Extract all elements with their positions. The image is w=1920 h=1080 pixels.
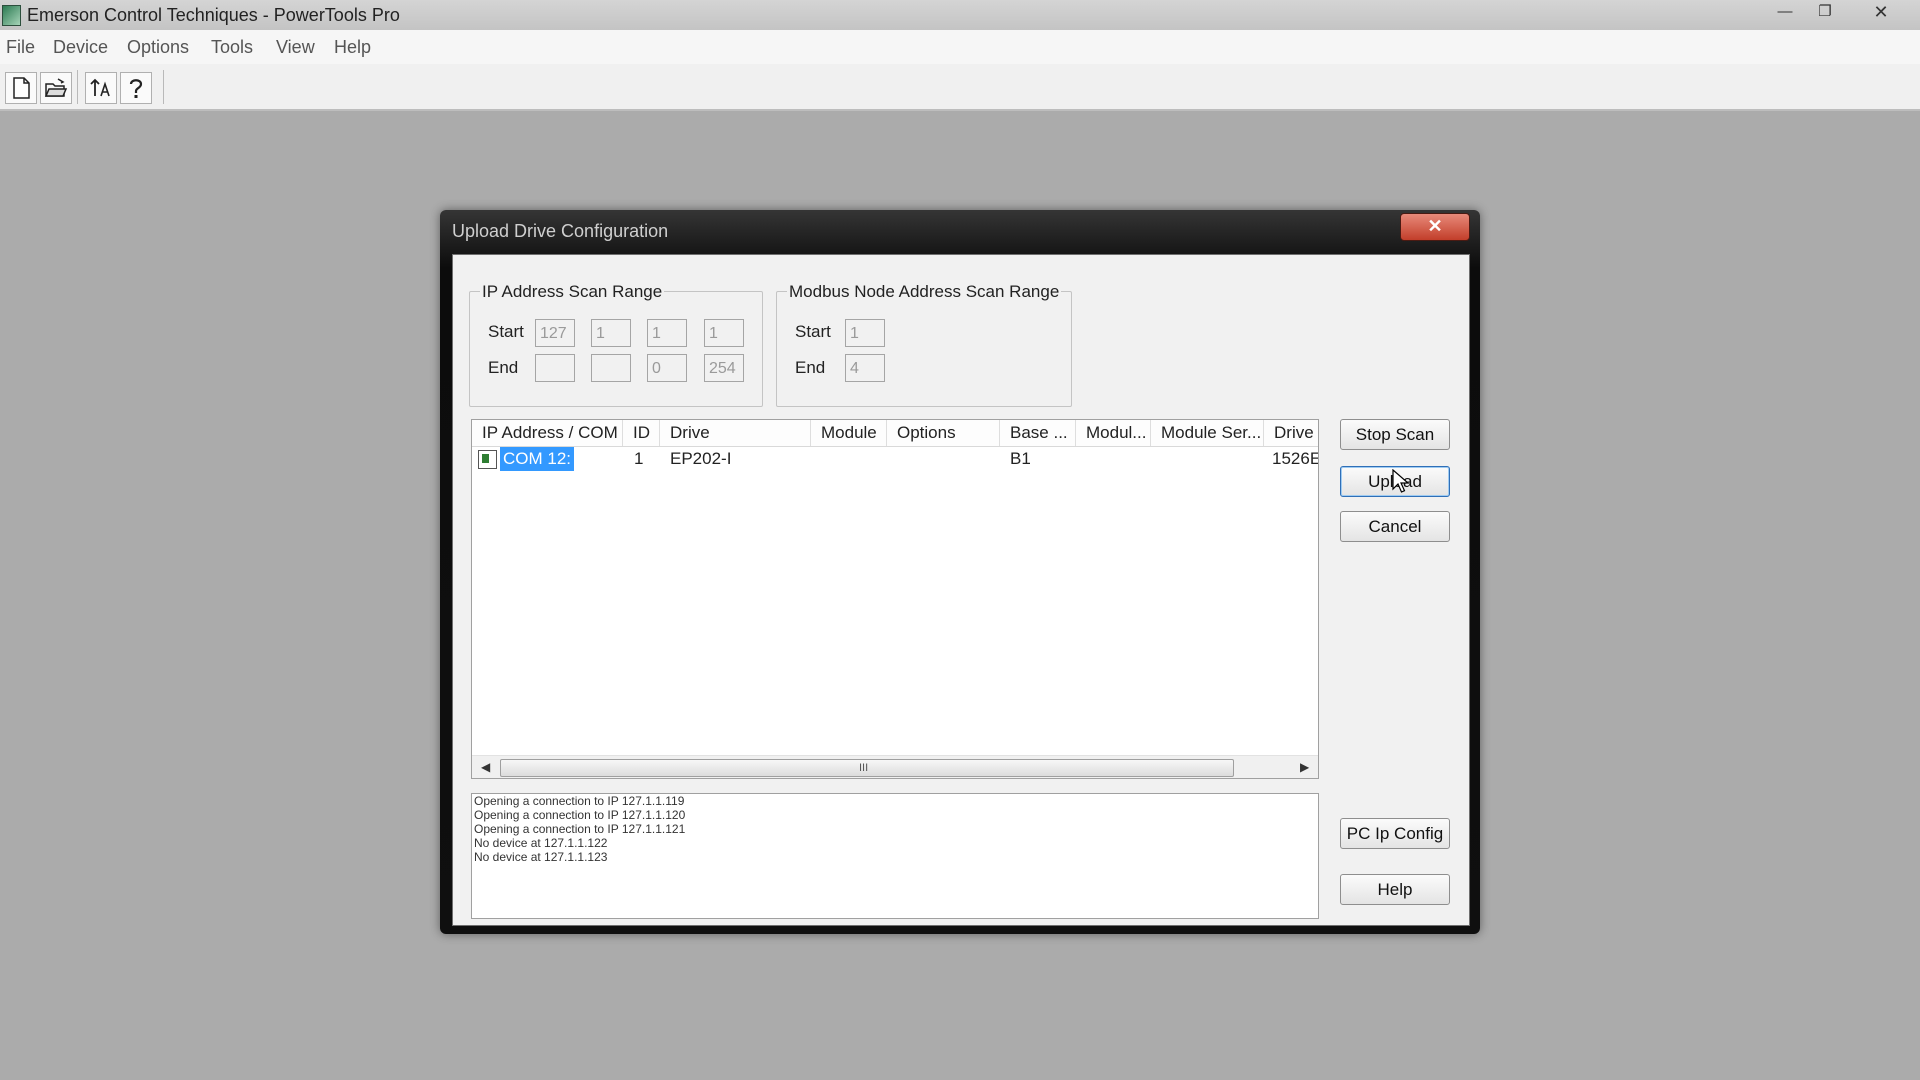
cancel-button[interactable]: Cancel	[1340, 511, 1450, 542]
column-id[interactable]: ID	[623, 420, 660, 446]
column-module-serial[interactable]: Module Ser...	[1151, 420, 1264, 446]
main-title-bar: Emerson Control Techniques - PowerTools …	[0, 0, 1920, 30]
column-options[interactable]: Options	[887, 420, 1000, 446]
ip-start-octet-2[interactable]: 1	[591, 319, 631, 347]
scrollbar-thumb[interactable]: III	[500, 759, 1234, 777]
dialog-close-button[interactable]: ✕	[1400, 213, 1470, 241]
log-line: Opening a connection to IP 127.1.1.120	[474, 808, 686, 822]
column-ip-address-com[interactable]: IP Address / COM	[472, 420, 623, 446]
ip-scan-range-title: IP Address Scan Range	[480, 282, 665, 302]
new-file-icon	[13, 77, 30, 99]
scrollbar-grip: III	[859, 762, 869, 774]
horizontal-scrollbar[interactable]: ◀ III ▶	[472, 755, 1318, 778]
ip-end-octet-2[interactable]	[591, 354, 631, 382]
ip-end-octet-1[interactable]	[535, 354, 575, 382]
help-toolbar-button[interactable]	[120, 72, 152, 104]
help-icon	[129, 79, 143, 98]
menu-help[interactable]: Help	[334, 37, 371, 58]
ip-end-octet-4[interactable]: 254	[704, 354, 744, 382]
row-base: B1	[1010, 449, 1031, 468]
app-title: Emerson Control Techniques - PowerTools …	[27, 5, 400, 25]
dialog-title: Upload Drive Configuration	[452, 221, 669, 241]
menu-file[interactable]: File	[6, 37, 35, 58]
log-line: Opening a connection to IP 127.1.1.121	[474, 822, 686, 836]
close-window-button[interactable]: ✕	[1862, 0, 1900, 24]
minimize-button[interactable]: —	[1766, 0, 1804, 24]
ip-start-octet-3[interactable]: 1	[647, 319, 687, 347]
log-line: No device at 127.1.1.122	[474, 836, 608, 850]
modbus-end-field[interactable]: 4	[845, 354, 885, 382]
modbus-end-label: End	[795, 358, 826, 377]
log-line: No device at 127.1.1.123	[474, 850, 608, 864]
modbus-scan-range-title: Modbus Node Address Scan Range	[787, 282, 1062, 302]
column-drive[interactable]: Drive	[660, 420, 811, 446]
column-drive-serial[interactable]: Drive	[1264, 420, 1318, 446]
modbus-start-field[interactable]: 1	[845, 319, 885, 347]
modbus-scan-range-group: Modbus Node Address Scan Range Start End…	[776, 282, 1072, 407]
upload-drive-configuration-dialog: Upload Drive Configuration ✕ IP Address …	[440, 210, 1480, 934]
scroll-right-arrow-icon[interactable]: ▶	[1300, 760, 1309, 774]
menu-device[interactable]: Device	[53, 37, 108, 58]
column-base[interactable]: Base ...	[1000, 420, 1076, 446]
device-list[interactable]: IP Address / COM ID Drive Module Options…	[471, 419, 1319, 779]
toolbar	[0, 64, 1920, 111]
ip-start-label: Start	[488, 322, 524, 341]
ip-start-octet-4[interactable]: 1	[704, 319, 744, 347]
upload-toolbar-button[interactable]	[85, 72, 117, 104]
scan-log[interactable]: Opening a connection to IP 127.1.1.119 O…	[471, 793, 1319, 919]
open-folder-icon	[44, 78, 68, 97]
row-id: 1	[634, 449, 644, 468]
scroll-left-arrow-icon[interactable]: ◀	[481, 760, 490, 774]
row-drive-serial: 1526E	[1272, 449, 1318, 468]
menu-bar: File Device Options Tools View Help	[0, 30, 1920, 65]
pc-ip-config-button[interactable]: PC Ip Config	[1340, 818, 1450, 849]
log-line: Opening a connection to IP 127.1.1.119	[474, 794, 685, 808]
column-modul[interactable]: Modul...	[1076, 420, 1151, 446]
upload-icon	[90, 78, 110, 97]
table-row[interactable]: COM 12: 1 EP202-I B1 1526E	[472, 447, 1318, 471]
drive-device-icon	[478, 450, 497, 469]
menu-view[interactable]: View	[276, 37, 315, 58]
app-logo-icon	[2, 5, 21, 26]
mouse-pointer-icon	[1392, 469, 1410, 493]
row-address[interactable]: COM 12:	[500, 447, 575, 471]
menu-tools[interactable]: Tools	[211, 37, 253, 58]
open-file-button[interactable]	[40, 72, 72, 104]
toolbar-separator	[163, 70, 164, 104]
maximize-button[interactable]: ❐	[1806, 0, 1844, 24]
new-file-button[interactable]	[5, 72, 37, 104]
help-button[interactable]: Help	[1340, 874, 1450, 905]
modbus-start-label: Start	[795, 322, 831, 341]
ip-end-label: End	[488, 358, 519, 377]
ip-start-octet-1[interactable]: 127	[535, 319, 575, 347]
dialog-client-area: IP Address Scan Range Start End 127 1 1 …	[452, 254, 1470, 926]
column-module[interactable]: Module	[811, 420, 887, 446]
ip-scan-range-group: IP Address Scan Range Start End 127 1 1 …	[469, 282, 763, 407]
ip-end-octet-3[interactable]: 0	[647, 354, 687, 382]
row-drive: EP202-I	[670, 449, 732, 468]
menu-options[interactable]: Options	[127, 37, 189, 58]
stop-scan-button[interactable]: Stop Scan	[1340, 419, 1450, 450]
toolbar-separator	[77, 70, 78, 104]
device-list-header: IP Address / COM ID Drive Module Options…	[472, 420, 1318, 447]
